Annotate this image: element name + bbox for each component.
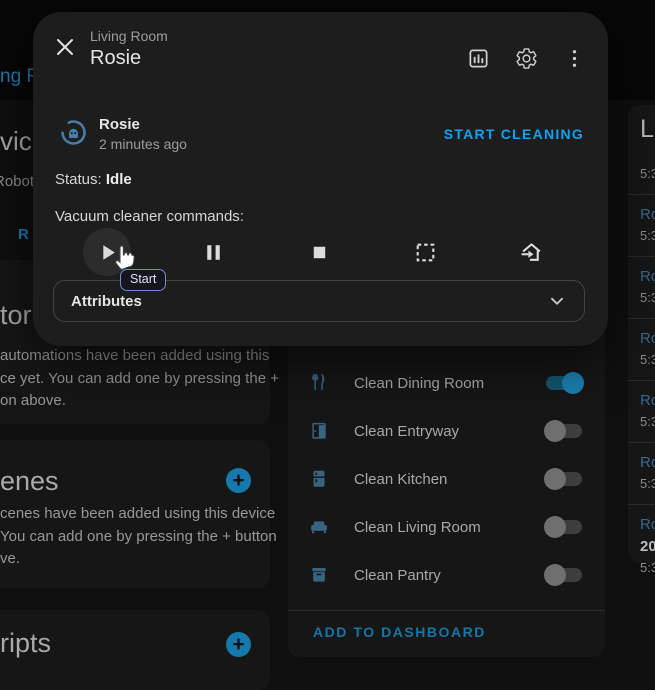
logbook-entity-link[interactable]: Ro bbox=[640, 454, 655, 472]
logbook-time: 5:3 bbox=[640, 166, 655, 182]
mouse-hand-cursor bbox=[112, 241, 139, 272]
robot-vacuum-icon bbox=[59, 118, 88, 147]
silverware-icon bbox=[308, 372, 330, 394]
vacuum-return-home-button[interactable] bbox=[507, 228, 555, 276]
logbook-entry: Ro 5:3 bbox=[628, 319, 655, 381]
automations-empty-text: automations have been added using this c… bbox=[0, 345, 279, 413]
entity-toggle-row: Clean Living Room bbox=[288, 503, 605, 551]
dialog-title: Rosie bbox=[90, 46, 168, 70]
logbook-entry: Ro 5:3 bbox=[628, 443, 655, 505]
vacuum-clean-spot-button[interactable] bbox=[401, 228, 449, 276]
sofa-icon bbox=[308, 516, 330, 538]
scripts-card: ripts + bbox=[0, 610, 270, 690]
history-chart-icon[interactable] bbox=[467, 47, 490, 70]
area-name: Living Room bbox=[90, 28, 168, 44]
pause-icon bbox=[201, 240, 226, 265]
logbook-entry: Ro 20 5:3 bbox=[628, 505, 655, 588]
logbook-time: 5:3 bbox=[640, 560, 655, 576]
entity-toggle-switch[interactable] bbox=[544, 468, 584, 490]
settings-gear-icon[interactable] bbox=[515, 47, 538, 70]
entity-label: Clean Pantry bbox=[354, 567, 544, 584]
logbook-title-fragment: Lo bbox=[640, 115, 655, 144]
logbook-entry: 5:3 bbox=[628, 151, 655, 195]
logbook-entry: Ro 5:3 bbox=[628, 257, 655, 319]
more-info-dialog: Living Room Rosie Rosie 2 minutes ago ST… bbox=[33, 12, 608, 346]
start-cleaning-button[interactable]: START CLEANING bbox=[444, 126, 584, 142]
entity-toggle-row: Clean Kitchen bbox=[288, 455, 605, 503]
box-icon bbox=[308, 564, 330, 586]
chevron-down-icon bbox=[546, 290, 568, 312]
door-icon bbox=[308, 420, 330, 442]
overflow-menu-icon[interactable] bbox=[563, 47, 586, 70]
entity-toggle-row: Clean Entryway bbox=[288, 407, 605, 455]
return-home-icon bbox=[519, 240, 544, 265]
logbook-entry: Ro 5:3 bbox=[628, 381, 655, 443]
status-line: Status: Idle bbox=[55, 171, 132, 188]
logbook-entity-link[interactable]: Ro bbox=[640, 206, 655, 224]
entity-toggle-switch[interactable] bbox=[544, 372, 584, 394]
fridge-icon bbox=[308, 468, 330, 490]
logbook-entity-link[interactable]: Ro bbox=[640, 268, 655, 286]
logbook-entity-link[interactable]: Ro bbox=[640, 330, 655, 348]
scenes-title-fragment: enes bbox=[0, 466, 59, 497]
add-script-button[interactable]: + bbox=[226, 632, 251, 657]
vacuum-stop-button[interactable] bbox=[295, 228, 343, 276]
entity-toggle-switch[interactable] bbox=[544, 564, 584, 586]
entity-label: Clean Dining Room bbox=[354, 375, 544, 392]
automations-title-fragment: tor bbox=[0, 300, 32, 331]
close-icon bbox=[53, 35, 77, 59]
logbook-time: 5:3 bbox=[640, 414, 655, 430]
clean-spot-selection-icon bbox=[413, 240, 438, 265]
entity-toggle-row: Clean Dining Room bbox=[288, 359, 605, 407]
entity-toggle-switch[interactable] bbox=[544, 420, 584, 442]
scenes-card: enes + cenes have been added using this … bbox=[0, 440, 270, 588]
attributes-label: Attributes bbox=[71, 293, 546, 310]
logbook-card: Lo 5:3Ro5:3Ro5:3Ro5:3Ro5:3Ro5:3Ro205:3 bbox=[628, 105, 655, 563]
logbook-time: 5:3 bbox=[640, 476, 655, 492]
device-info-title-fragment: vic bbox=[0, 126, 32, 157]
logbook-time: 5:3 bbox=[640, 290, 655, 306]
logbook-state: 20 bbox=[640, 537, 655, 556]
entity-name: Rosie bbox=[99, 116, 140, 133]
divider bbox=[288, 610, 605, 611]
scripts-title-fragment: ripts bbox=[0, 628, 51, 659]
add-scene-button[interactable]: + bbox=[226, 468, 251, 493]
scenes-empty-text: cenes have been added using this device … bbox=[0, 503, 277, 571]
entity-last-changed: 2 minutes ago bbox=[99, 136, 187, 152]
entity-label: Clean Entryway bbox=[354, 423, 544, 440]
dialog-heading: Living Room Rosie bbox=[90, 28, 168, 70]
vacuum-pause-button[interactable] bbox=[189, 228, 237, 276]
entity-label: Clean Kitchen bbox=[354, 471, 544, 488]
logbook-entity-link[interactable]: Ro bbox=[640, 516, 655, 534]
device-model-fragment: Robot bbox=[0, 173, 34, 190]
entity-toggle-row: Clean Pantry bbox=[288, 551, 605, 599]
entity-toggle-list: Clean Dining Room Clean Entryway Clean K… bbox=[288, 359, 605, 599]
start-tooltip: Start bbox=[120, 269, 166, 291]
add-to-dashboard-button[interactable]: ADD TO DASHBOARD bbox=[313, 624, 486, 640]
entity-label: Clean Living Room bbox=[354, 519, 544, 536]
logbook-time: 5:3 bbox=[640, 352, 655, 368]
stop-icon bbox=[307, 240, 332, 265]
close-button[interactable] bbox=[53, 35, 77, 59]
status-value: Idle bbox=[106, 171, 132, 188]
logbook-entity-link[interactable]: Ro bbox=[640, 392, 655, 410]
logbook-entry: Ro 5:3 bbox=[628, 195, 655, 257]
entity-summary-row: Rosie 2 minutes ago START CLEANING bbox=[59, 116, 584, 162]
device-link-fragment[interactable]: R bbox=[18, 226, 29, 243]
logbook-entries: 5:3 Ro 5:3 Ro 5:3 Ro 5:3 Ro 5:3 Ro 5:3 Ro 20 5:3 bbox=[628, 151, 655, 588]
commands-label: Vacuum cleaner commands: bbox=[55, 208, 244, 225]
logbook-time: 5:3 bbox=[640, 228, 655, 244]
entity-toggle-switch[interactable] bbox=[544, 516, 584, 538]
dialog-header-actions bbox=[467, 47, 586, 70]
